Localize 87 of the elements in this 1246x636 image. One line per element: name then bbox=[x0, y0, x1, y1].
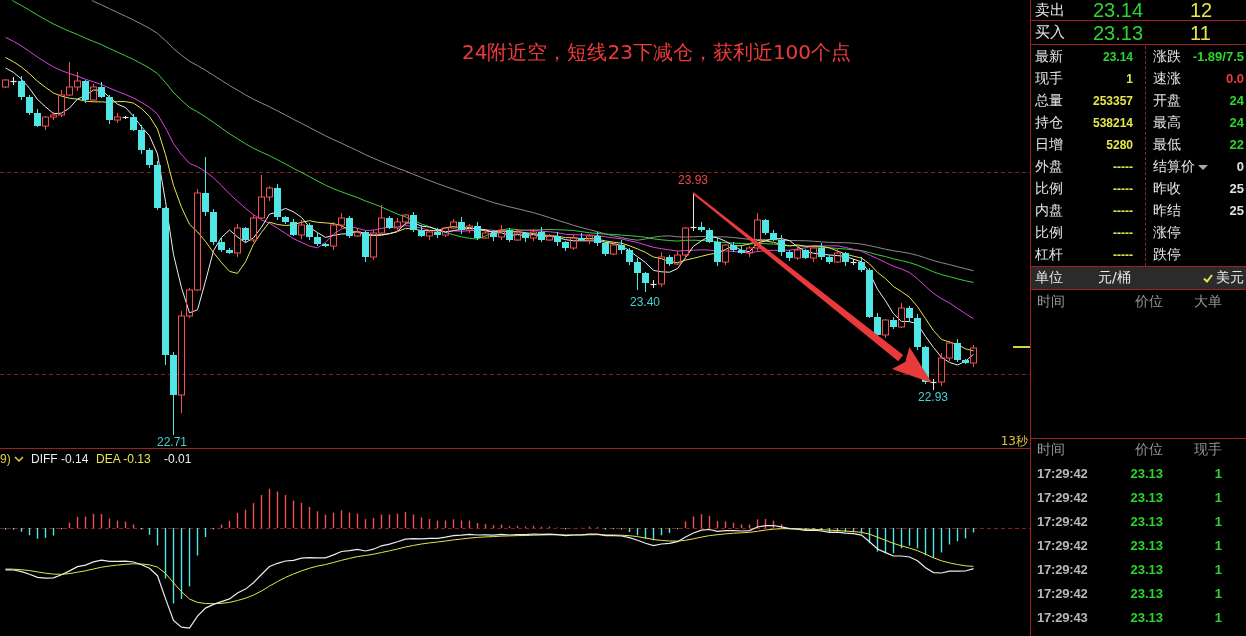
column-header: 时间 bbox=[1037, 293, 1065, 311]
trade-time: 17:29:42 bbox=[1037, 537, 1088, 553]
stat-label: 跌停 bbox=[1153, 246, 1181, 264]
stat-label: 现手 bbox=[1035, 70, 1063, 88]
quote-price: 23.13 bbox=[1093, 22, 1144, 43]
stat-label: 昨结 bbox=[1153, 202, 1181, 220]
stat-label: 昨收 bbox=[1153, 180, 1181, 198]
stat-value: 22 bbox=[1229, 137, 1244, 153]
column-header: 价位 bbox=[1135, 293, 1163, 311]
quote-volume: 11 bbox=[1190, 22, 1211, 43]
countdown-label: 13秒 bbox=[1000, 434, 1028, 448]
trade-volume: 1 bbox=[1214, 609, 1222, 625]
trade-volume: 1 bbox=[1214, 585, 1222, 601]
trade-time: 17:29:42 bbox=[1037, 561, 1088, 577]
trade-time: 17:29:42 bbox=[1037, 585, 1088, 601]
trade-price: 23.13 bbox=[1130, 561, 1163, 577]
stat-value: ----- bbox=[1113, 204, 1133, 218]
stat-label: 日增 bbox=[1035, 136, 1063, 154]
price-label: 23.40 bbox=[630, 295, 660, 309]
stat-value: 0.0 bbox=[1225, 71, 1244, 87]
trade-volume: 1 bbox=[1214, 489, 1222, 505]
stat-label: 杠杆 bbox=[1035, 246, 1063, 264]
trade-volume: 1 bbox=[1214, 513, 1222, 529]
stat-label: 比例 bbox=[1035, 180, 1063, 198]
stat-value: ----- bbox=[1113, 226, 1133, 240]
stat-label: 外盘 bbox=[1035, 158, 1063, 176]
macd-parameters: 9) bbox=[0, 452, 11, 466]
stat-label: 比例 bbox=[1035, 224, 1063, 242]
stat-label: 内盘 bbox=[1035, 202, 1063, 220]
trade-volume: 1 bbox=[1214, 561, 1222, 577]
stat-dropdown[interactable]: 结算价 bbox=[1153, 158, 1208, 176]
quote-price: 23.14 bbox=[1093, 0, 1144, 20]
price-label: 23.93 bbox=[678, 173, 708, 187]
stat-label: 最新 bbox=[1035, 48, 1063, 66]
stat-value: 24 bbox=[1229, 115, 1244, 131]
chevron-down-icon[interactable] bbox=[14, 456, 24, 463]
stat-value: 253357 bbox=[1092, 94, 1133, 108]
column-header: 现手 bbox=[1194, 441, 1222, 459]
stat-value: 538214 bbox=[1092, 116, 1133, 130]
price-label: 22.71 bbox=[157, 435, 187, 448]
trade-price: 23.13 bbox=[1130, 465, 1163, 481]
price-marker-line bbox=[1013, 346, 1030, 348]
currency-option[interactable]: 美元 bbox=[1203, 269, 1244, 287]
quote-volume: 12 bbox=[1190, 0, 1213, 20]
column-header: 大单 bbox=[1194, 293, 1222, 311]
stat-value: 1 bbox=[1126, 72, 1133, 86]
trade-price: 23.13 bbox=[1130, 609, 1163, 625]
stat-label: 开盘 bbox=[1153, 92, 1181, 110]
trade-price: 23.13 bbox=[1130, 489, 1163, 505]
trade-price: 23.13 bbox=[1130, 537, 1163, 553]
quote-label: 买入 bbox=[1035, 25, 1065, 40]
caret-icon bbox=[1198, 164, 1208, 170]
stat-value: 24 bbox=[1229, 93, 1244, 109]
trade-price: 23.13 bbox=[1130, 513, 1163, 529]
trade-time: 17:29:42 bbox=[1037, 513, 1088, 529]
stat-label: 最高 bbox=[1153, 114, 1181, 132]
stat-value: 0 bbox=[1236, 159, 1244, 175]
stat-label: 涨停 bbox=[1153, 224, 1181, 242]
stat-value: ----- bbox=[1113, 248, 1133, 262]
dea-value: DEA -0.13 bbox=[96, 452, 151, 466]
unit-value: 元/桶 bbox=[1098, 269, 1131, 287]
stat-label: 持仓 bbox=[1035, 114, 1063, 132]
trade-price: 23.13 bbox=[1130, 585, 1163, 601]
column-header: 时间 bbox=[1037, 441, 1065, 459]
stat-label: 最低 bbox=[1153, 136, 1181, 154]
trade-time: 17:29:42 bbox=[1037, 465, 1088, 481]
stat-value: ----- bbox=[1113, 160, 1133, 174]
macd-value: -0.01 bbox=[164, 452, 192, 466]
diff-value: DIFF -0.14 bbox=[31, 452, 89, 466]
stat-value: 23.14 bbox=[1102, 50, 1133, 64]
stat-value: 25 bbox=[1229, 203, 1244, 219]
trade-volume: 1 bbox=[1214, 537, 1222, 553]
column-header: 价位 bbox=[1135, 441, 1163, 459]
stat-value: 5280 bbox=[1106, 138, 1133, 152]
unit-label: 单位 bbox=[1035, 269, 1063, 287]
trade-time: 17:29:43 bbox=[1037, 609, 1088, 625]
price-label: 22.93 bbox=[918, 390, 948, 404]
trade-volume: 1 bbox=[1214, 465, 1222, 481]
annotation-text: 24附近空，短线23下减仓，获利近100个点 bbox=[462, 40, 852, 64]
quote-label: 卖出 bbox=[1035, 2, 1065, 18]
stat-value: ----- bbox=[1113, 182, 1133, 196]
stat-label: 涨跌 bbox=[1153, 48, 1181, 66]
stat-value: -1.89/7.5 bbox=[1192, 49, 1244, 65]
stat-label: 总量 bbox=[1035, 92, 1063, 110]
stat-value: 25 bbox=[1229, 181, 1244, 197]
stat-label: 速涨 bbox=[1153, 70, 1181, 88]
trade-time: 17:29:42 bbox=[1037, 489, 1088, 505]
